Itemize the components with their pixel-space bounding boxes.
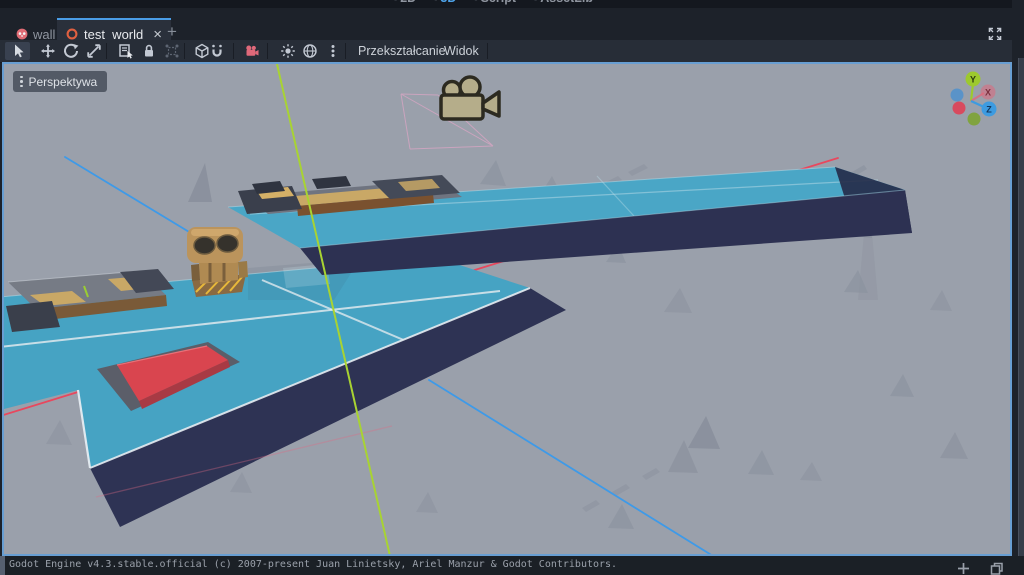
toolbar-separator [233,43,234,59]
list-select-icon [119,44,133,59]
movie-camera-icon [439,75,501,121]
toolbar-separator [106,43,107,59]
sun-icon [281,44,295,58]
viewport-3d[interactable]: Y X Z Perspektywa [2,62,1012,556]
script-icon: ▪ [474,0,477,4]
workspace-3d-button[interactable]: ▪3D [434,0,456,5]
scale-tool-button[interactable] [84,42,104,60]
panel-edge [0,556,5,575]
gizmo-axis-neg-y[interactable] [967,112,981,126]
lock-button[interactable] [139,42,159,60]
robot-character[interactable] [187,227,248,297]
workspace-assetlib-button[interactable]: ▪AssetLib [534,0,593,5]
drag-handle-icon [20,75,23,88]
camera-gizmo[interactable] [400,75,501,150]
spatial-toolbar: Przekształcanie Widok [0,40,1012,63]
select-arrow-icon [14,44,23,58]
camera-icon [246,45,259,56]
scale-icon [87,44,101,58]
snap-button[interactable] [207,42,227,60]
group-icon [165,44,179,58]
viewport-canvas[interactable]: Y X Z [4,64,1010,554]
workspace-2d-button[interactable]: ▪2D [394,0,416,5]
gizmo-axis-neg-z[interactable] [950,88,964,102]
scene-tab-bar: wall test_world × + [0,8,1024,48]
move-icon [41,44,55,58]
engine-version-text: Godot Engine v4.3.stable.official (c) 20… [9,559,618,570]
gizmo-z-label: Z [986,105,992,115]
status-bar: Godot Engine v4.3.stable.official (c) 20… [0,556,1024,575]
2d-icon: ▪ [394,0,397,4]
group-button[interactable] [162,42,182,60]
expand-bottom-panel-button[interactable] [956,561,971,575]
rotate-tool-button[interactable] [61,42,81,60]
make-floating-button[interactable] [989,561,1004,575]
gizmo-axis-neg-x[interactable] [952,101,966,115]
scene-ring-icon [66,28,78,40]
workspace-bar: ▪2D ▪3D ▪Script ▪AssetLib [0,0,1024,8]
globe-icon [303,44,317,58]
extra-options-button[interactable] [323,42,343,60]
right-dock-edge[interactable] [1018,58,1024,556]
z-axis-line-lower [428,379,712,554]
godot-editor-window: ▪2D ▪3D ▪Script ▪AssetLib wall test_worl… [0,0,1024,575]
gizmo-y-label: Y [970,75,976,85]
preview-camera-button[interactable] [242,42,262,60]
plus-icon [958,563,969,574]
select-tool-button[interactable] [5,42,30,60]
toolbar-separator [267,43,268,59]
gizmo-x-label: X [985,88,991,98]
orientation-gizmo[interactable]: Y X Z [950,71,997,126]
workspace-script-button[interactable]: ▪Script [474,0,516,5]
transform-menu[interactable]: Przekształcanie [352,40,452,62]
3d-icon: ▪ [434,0,437,4]
view-menu[interactable]: Widok [438,40,485,62]
toolbar-separator [487,43,488,59]
toolbar-separator [184,43,185,59]
magnet-icon [212,44,222,57]
rotate-icon [64,43,79,58]
vertical-dots-icon [331,45,335,57]
select-box-button[interactable] [116,42,136,60]
lock-icon [145,44,153,57]
move-tool-button[interactable] [38,42,58,60]
view-menu-button[interactable]: Perspektywa [13,71,108,92]
environment-toggle-button[interactable] [300,42,320,60]
sun-toggle-button[interactable] [278,42,298,60]
window-copy-icon [990,562,1003,575]
toolbar-separator [345,43,346,59]
godot-scene-icon [16,28,28,40]
assetlib-icon: ▪ [534,0,537,4]
perspective-label: Perspektywa [28,74,98,89]
